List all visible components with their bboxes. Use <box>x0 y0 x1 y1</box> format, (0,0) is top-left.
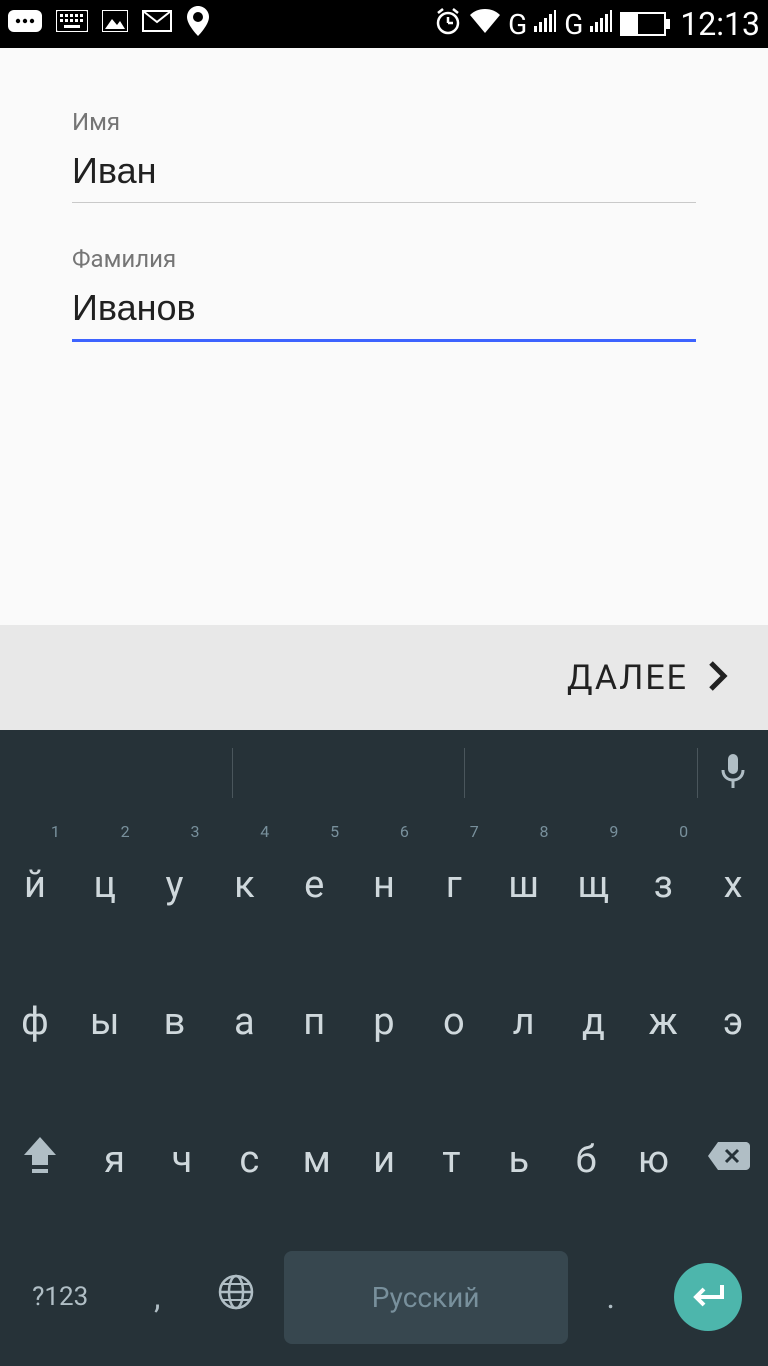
battery-icon: 42 <box>620 12 666 36</box>
keyboard-rows: й1ц2у3к4е5н6г7ш8щ9з0х фывапролджэ ячсмит… <box>0 816 768 1366</box>
suggestion-slot[interactable] <box>233 748 466 798</box>
language-key[interactable] <box>194 1229 277 1366</box>
key-и[interactable]: и <box>350 1091 417 1229</box>
key-hint: 4 <box>260 822 269 841</box>
keyboard-row-1: й1ц2у3к4е5н6г7ш8щ9з0х <box>0 816 768 954</box>
key-hint: 6 <box>400 822 409 841</box>
status-left <box>8 6 210 43</box>
key-hint: 1 <box>51 822 60 841</box>
key-щ[interactable]: щ9 <box>559 816 629 954</box>
next-button[interactable]: ДАЛЕЕ <box>0 625 768 730</box>
key-т[interactable]: т <box>418 1091 485 1229</box>
mic-button[interactable] <box>698 752 768 794</box>
key-hint: 5 <box>330 822 339 841</box>
first-name-field: Имя <box>72 108 696 203</box>
key-у[interactable]: у3 <box>140 816 210 954</box>
backspace-key[interactable] <box>687 1091 768 1229</box>
key-х[interactable]: х <box>698 816 768 954</box>
mic-icon <box>719 752 747 794</box>
last-name-field: Фамилия <box>72 245 696 342</box>
key-л[interactable]: л <box>489 954 559 1092</box>
key-hint: 0 <box>679 822 688 841</box>
comma-key[interactable]: , <box>120 1229 194 1366</box>
image-notif-icon <box>102 9 128 39</box>
network-2-label: G <box>564 8 582 41</box>
last-name-label: Фамилия <box>72 245 696 273</box>
key-я[interactable]: я <box>81 1091 148 1229</box>
symbols-key[interactable]: ?123 <box>0 1229 120 1366</box>
location-notif-icon <box>186 6 210 43</box>
space-key[interactable]: Русский <box>278 1229 574 1366</box>
key-ж[interactable]: ж <box>628 954 698 1092</box>
key-м[interactable]: м <box>283 1091 350 1229</box>
key-hint: 3 <box>190 822 199 841</box>
mail-notif-icon <box>142 9 172 39</box>
enter-circle <box>674 1263 742 1331</box>
key-э[interactable]: э <box>698 954 768 1092</box>
key-й[interactable]: й1 <box>0 816 70 954</box>
key-с[interactable]: с <box>216 1091 283 1229</box>
key-hint: 9 <box>609 822 618 841</box>
signal-2-icon <box>590 9 612 39</box>
wifi-icon <box>470 9 500 40</box>
key-а[interactable]: а <box>209 954 279 1092</box>
keyboard-notif-icon <box>56 9 88 39</box>
status-right: G G 42 12:13 <box>434 5 760 43</box>
key-ш[interactable]: ш8 <box>489 816 559 954</box>
period-key[interactable]: . <box>574 1229 648 1366</box>
globe-icon <box>217 1273 255 1321</box>
shift-icon <box>22 1135 58 1185</box>
key-ы[interactable]: ы <box>70 954 140 1092</box>
key-ю[interactable]: ю <box>620 1091 687 1229</box>
soft-keyboard: й1ц2у3к4е5н6г7ш8щ9з0х фывапролджэ ячсмит… <box>0 730 768 1366</box>
key-ч[interactable]: ч <box>148 1091 215 1229</box>
suggestion-slot[interactable] <box>0 748 233 798</box>
status-bar: G G 42 12:13 <box>0 0 768 48</box>
backspace-icon <box>706 1138 750 1182</box>
space-label: Русский <box>284 1251 568 1345</box>
form-area: Имя Фамилия <box>0 48 768 342</box>
key-п[interactable]: п <box>279 954 349 1092</box>
key-р[interactable]: р <box>349 954 419 1092</box>
key-hint: 2 <box>121 822 130 841</box>
clock: 12:13 <box>680 5 760 43</box>
battery-percent: 42 <box>622 16 664 32</box>
next-button-label: ДАЛЕЕ <box>567 658 688 698</box>
network-1-label: G <box>508 8 526 41</box>
key-о[interactable]: о <box>419 954 489 1092</box>
first-name-input[interactable] <box>72 144 696 203</box>
suggestion-slot[interactable] <box>465 748 698 798</box>
key-ь[interactable]: ь <box>485 1091 552 1229</box>
keyboard-row-2: фывапролджэ <box>0 954 768 1092</box>
key-ц[interactable]: ц2 <box>70 816 140 954</box>
enter-key[interactable] <box>648 1229 768 1366</box>
signal-1-icon <box>534 9 556 39</box>
first-name-label: Имя <box>72 108 696 136</box>
key-д[interactable]: д <box>559 954 629 1092</box>
suggestion-bar <box>0 730 768 816</box>
key-з[interactable]: з0 <box>628 816 698 954</box>
key-г[interactable]: г7 <box>419 816 489 954</box>
key-е[interactable]: е5 <box>279 816 349 954</box>
enter-icon <box>690 1275 726 1319</box>
key-hint: 8 <box>540 822 549 841</box>
key-ф[interactable]: ф <box>0 954 70 1092</box>
alarm-icon <box>434 7 462 42</box>
key-к[interactable]: к4 <box>209 816 279 954</box>
more-icon <box>8 9 42 39</box>
chevron-right-icon <box>708 660 728 696</box>
key-н[interactable]: н6 <box>349 816 419 954</box>
key-hint: 7 <box>470 822 479 841</box>
shift-key[interactable] <box>0 1091 81 1229</box>
key-в[interactable]: в <box>140 954 210 1092</box>
last-name-input[interactable] <box>72 281 696 342</box>
keyboard-row-4: ?123 , Русский . <box>0 1229 768 1366</box>
key-б[interactable]: б <box>552 1091 619 1229</box>
keyboard-row-3: ячсмитьбю <box>0 1091 768 1229</box>
